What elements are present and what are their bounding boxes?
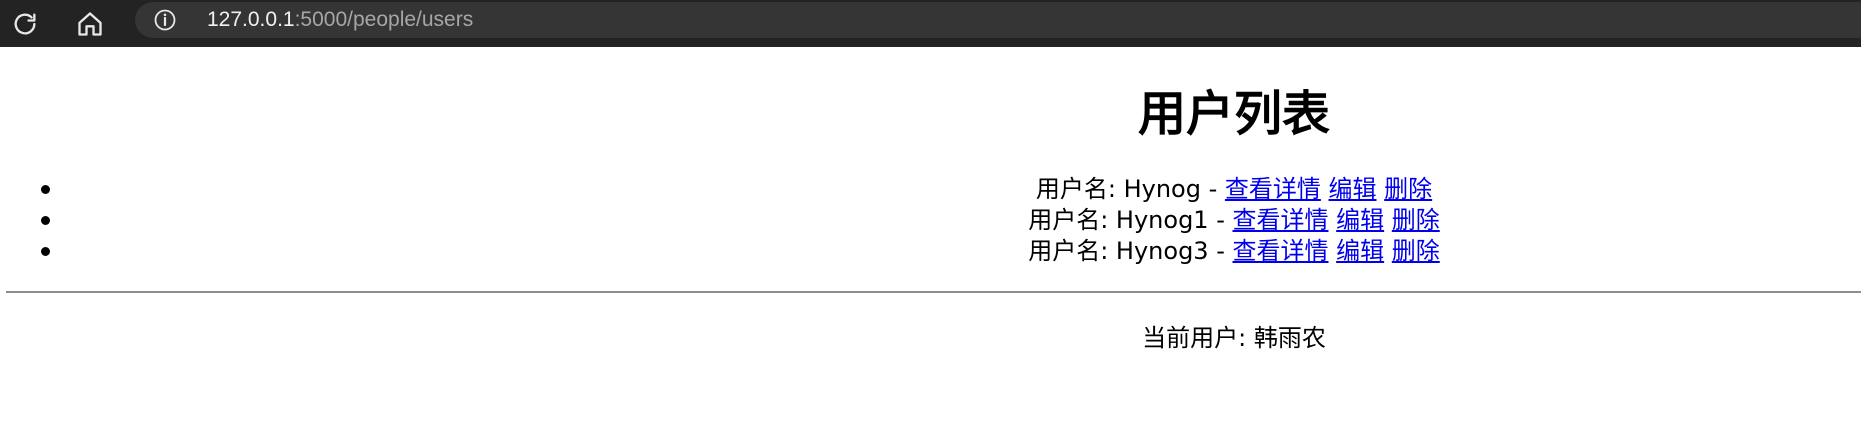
delete-link[interactable]: 删除 (1392, 206, 1440, 234)
horizontal-divider (6, 291, 1861, 293)
edit-link[interactable]: 编辑 (1336, 206, 1384, 234)
view-details-link[interactable]: 查看详情 (1225, 175, 1321, 203)
view-details-link[interactable]: 查看详情 (1233, 206, 1329, 234)
list-bullet (41, 185, 50, 194)
reload-icon[interactable] (7, 6, 43, 42)
list-bullet (41, 247, 50, 256)
url-text: 127.0.0.1:5000/people/users (207, 9, 473, 31)
username-separator: - (1208, 206, 1233, 234)
user-list-item: 用户名: Hynog - 查看详情 编辑 删除 (0, 174, 1861, 205)
current-user-label: 当前用户: (1142, 324, 1254, 352)
browser-toolbar: 127.0.0.1:5000/people/users (0, 0, 1861, 47)
username-value: Hynog1 (1115, 206, 1209, 234)
home-icon[interactable] (72, 6, 108, 42)
user-list-item: 用户名: Hynog3 - 查看详情 编辑 删除 (0, 236, 1861, 267)
address-bar[interactable]: 127.0.0.1:5000/people/users (135, 2, 1861, 38)
username-value: Hynog (1123, 175, 1201, 203)
username-label: 用户名: (1035, 175, 1124, 203)
view-details-link[interactable]: 查看详情 (1233, 237, 1329, 265)
edit-link[interactable]: 编辑 (1329, 175, 1377, 203)
edit-link[interactable]: 编辑 (1336, 237, 1384, 265)
current-user-name: 韩雨农 (1253, 324, 1326, 352)
page-title: 用户列表 (1137, 86, 1330, 142)
url-path: :5000/people/users (294, 8, 474, 31)
info-icon[interactable] (154, 9, 176, 31)
username-value: Hynog3 (1115, 237, 1209, 265)
delete-link[interactable]: 删除 (1392, 237, 1440, 265)
username-label: 用户名: (1028, 237, 1116, 265)
user-list-item: 用户名: Hynog1 - 查看详情 编辑 删除 (0, 205, 1861, 236)
url-host: 127.0.0.1 (207, 8, 295, 31)
user-list: 用户名: Hynog - 查看详情 编辑 删除 用户名: Hynog1 - 查看… (0, 174, 1861, 267)
page-content: 用户列表 用户名: Hynog - 查看详情 编辑 删除 用户名: Hynog1… (0, 47, 1861, 443)
list-bullet (41, 216, 50, 225)
username-label: 用户名: (1028, 206, 1116, 234)
current-user: 当前用户: 韩雨农 (0, 323, 1861, 354)
username-separator: - (1208, 237, 1233, 265)
delete-link[interactable]: 删除 (1384, 175, 1432, 203)
username-separator: - (1200, 175, 1225, 203)
